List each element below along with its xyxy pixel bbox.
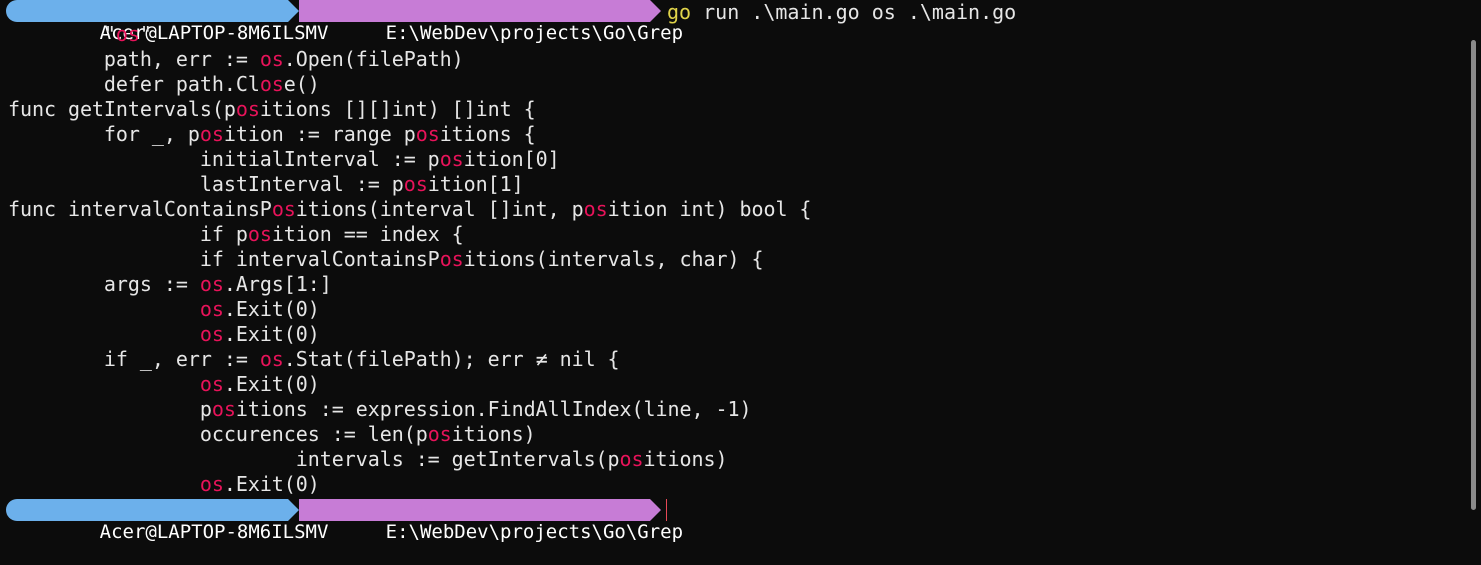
prompt-user-segment: Acer@LAPTOP-8M6ILSMV: [6, 0, 328, 44]
output-line: func getIntervals(positions [][]int) []i…: [8, 97, 536, 122]
match-highlight: os: [439, 147, 464, 171]
match-highlight: os: [271, 197, 296, 221]
output-line: os.Exit(0): [8, 372, 320, 397]
output-text: occurences := len(p: [8, 422, 428, 446]
match-highlight: os: [415, 122, 440, 146]
output-line: lastInterval := position[1]: [8, 172, 524, 197]
output-line: defer path.Close(): [8, 72, 320, 97]
match-highlight: os: [247, 222, 272, 246]
output-text: itions): [451, 422, 536, 446]
scrollbar-thumb[interactable]: [1471, 40, 1476, 510]
prompt-path-text: E:\WebDev\projects\Go\Grep: [385, 22, 684, 44]
powerline-arrow-icon: [650, 0, 661, 22]
terminal-window[interactable]: Acer@LAPTOP-8M6ILSMV E:\WebDev\projects\…: [0, 0, 1466, 543]
output-text: path, err :=: [8, 47, 260, 71]
output-text: itions(interval []int, p: [295, 197, 584, 221]
match-highlight: os: [235, 97, 260, 121]
output-text: itions): [643, 447, 728, 471]
output-text: ": [139, 22, 152, 46]
output-text: .Exit(0): [223, 297, 320, 321]
match-highlight: os: [619, 447, 644, 471]
output-text: .Open(filePath): [283, 47, 464, 71]
output-text: func intervalContainsP: [8, 197, 272, 221]
output-text: if _, err :=: [8, 347, 260, 371]
match-highlight: os: [199, 472, 224, 496]
output-text: itions {: [439, 122, 536, 146]
match-highlight: os: [439, 247, 464, 271]
output-text: .Args[1:]: [223, 272, 332, 296]
output-text: initialInterval := p: [8, 147, 440, 171]
output-text: for _, p: [8, 122, 200, 146]
output-line: "os": [8, 22, 152, 47]
command-args: run .\main.go os .\main.go: [691, 0, 1017, 24]
output-line: if _, err := os.Stat(filePath); err ≠ ni…: [8, 347, 620, 372]
output-text: if intervalContainsP: [8, 247, 440, 271]
output-line: os.Exit(0): [8, 297, 320, 322]
powerline-arrow-icon: [288, 499, 299, 521]
output-line: if position == index {: [8, 222, 464, 247]
prompt-path-text: E:\WebDev\projects\Go\Grep: [385, 521, 684, 543]
output-text: itions := expression.FindAllIndex(line, …: [235, 397, 752, 421]
match-highlight: os: [583, 197, 608, 221]
output-text: if p: [8, 222, 248, 246]
output-text: ition[1]: [427, 172, 524, 196]
match-highlight: os: [199, 372, 224, 396]
match-highlight: os: [403, 172, 428, 196]
output-text: .Exit(0): [223, 322, 320, 346]
match-highlight: os: [259, 72, 284, 96]
output-text: defer path.Cl: [8, 72, 260, 96]
output-text: lastInterval := p: [8, 172, 404, 196]
output-text: .Exit(0): [223, 472, 320, 496]
output-text: ition int) bool {: [607, 197, 812, 221]
prompt-command: go run .\main.go os .\main.go: [667, 0, 1016, 24]
prompt-path-segment: E:\WebDev\projects\Go\Grep: [299, 0, 683, 44]
output-text: itions [][]int) []int {: [259, 97, 536, 121]
match-highlight: os: [199, 122, 224, 146]
output-text: e(): [283, 72, 320, 96]
text-cursor[interactable]: [666, 499, 667, 521]
output-text: ition == index {: [271, 222, 464, 246]
match-highlight: os: [199, 297, 224, 321]
match-highlight: os: [211, 397, 236, 421]
output-text: args :=: [8, 272, 200, 296]
output-line: intervals := getIntervals(positions): [8, 447, 728, 472]
command-name: go: [667, 0, 692, 24]
output-text: p: [8, 397, 212, 421]
output-text: itions(intervals, char) {: [463, 247, 764, 271]
output-text: intervals := getIntervals(p: [8, 447, 620, 471]
output-text: .Stat(filePath); err ≠ nil {: [283, 347, 620, 371]
output-line: occurences := len(positions): [8, 422, 536, 447]
scrollbar[interactable]: [1466, 0, 1481, 522]
output-line: args := os.Args[1:]: [8, 272, 332, 297]
match-highlight: os: [115, 22, 140, 46]
output-text: ": [8, 22, 116, 46]
prompt-user-segment: Acer@LAPTOP-8M6ILSMV: [6, 499, 328, 543]
output-text: ition := range p: [223, 122, 416, 146]
match-highlight: os: [259, 47, 284, 71]
output-line: os.Exit(0): [8, 472, 320, 497]
output-line: initialInterval := position[0]: [8, 147, 560, 172]
output-line: os.Exit(0): [8, 322, 320, 347]
match-highlight: os: [199, 272, 224, 296]
output-text: .Exit(0): [223, 372, 320, 396]
output-line: positions := expression.FindAllIndex(lin…: [8, 397, 752, 422]
output-line: for _, position := range positions {: [8, 122, 536, 147]
output-line: path, err := os.Open(filePath): [8, 47, 464, 72]
powerline-arrow-icon: [288, 0, 299, 22]
powerline-arrow-icon: [650, 499, 661, 521]
match-highlight: os: [199, 322, 224, 346]
prompt-user-text: Acer@LAPTOP-8M6ILSMV: [99, 521, 329, 543]
match-highlight: os: [427, 422, 452, 446]
prompt-path-segment: E:\WebDev\projects\Go\Grep: [299, 499, 683, 543]
match-highlight: os: [259, 347, 284, 371]
output-text: func getIntervals(p: [8, 97, 236, 121]
output-line: func intervalContainsPositions(interval …: [8, 197, 811, 222]
output-text: ition[0]: [463, 147, 560, 171]
output-line: if intervalContainsPositions(intervals, …: [8, 247, 764, 272]
